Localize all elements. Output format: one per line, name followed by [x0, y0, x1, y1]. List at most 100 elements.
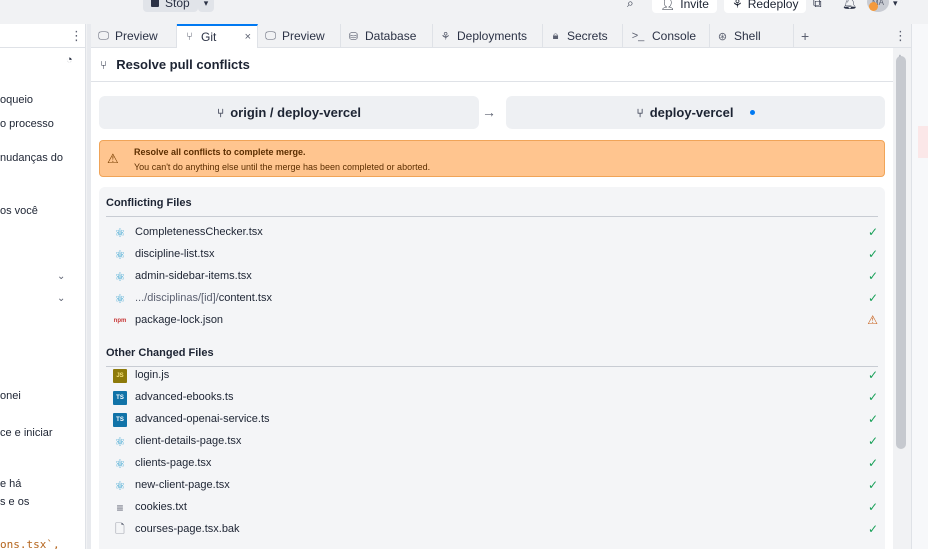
- resolved-check-icon: ✓: [867, 478, 878, 492]
- file-row[interactable]: ⚛ discipline-list.tsx ✓: [106, 244, 878, 266]
- tab-shell[interactable]: ⊛ Shell: [710, 24, 794, 48]
- file-path-prefix: .../disciplinas/[id]/: [135, 292, 219, 304]
- tab-label: Console: [652, 29, 697, 43]
- git-branch-icon: ⑂: [217, 105, 225, 120]
- avatar-status-badge: [869, 2, 878, 11]
- expand-chevron-down-icon[interactable]: ⌄: [57, 293, 65, 304]
- git-panel: ⑂ Resolve pull conflicts ⑂ origin / depl…: [91, 48, 893, 549]
- tab-label: Deployments: [457, 29, 528, 43]
- file-row[interactable]: JS login.js ✓: [106, 365, 878, 387]
- file-name: advanced-openai-service.ts: [135, 413, 270, 425]
- file-name: package-lock.json: [135, 314, 223, 326]
- invite-button[interactable]: 👤︎ Invite: [652, 0, 717, 13]
- resolved-check-icon: ✓: [867, 291, 878, 305]
- top-bar: Stop ▾ ⌕ 👤︎ Invite ⚘ Redeploy ⧉ 🔔︎ MA ▾: [0, 0, 928, 14]
- notifications-bell-icon[interactable]: 🔔︎: [842, 0, 857, 10]
- git-merge-icon: ⑂: [100, 57, 108, 72]
- more-options-icon[interactable]: ⋮: [70, 28, 83, 44]
- file-row[interactable]: ⚛ clients-page.tsx ✓: [106, 453, 878, 475]
- tab-secrets[interactable]: 🔒︎ Secrets: [543, 24, 623, 48]
- file-name: cookies.txt: [135, 501, 187, 513]
- file-name: CompletenessChecker.tsx: [135, 226, 263, 238]
- conflict-warning-icon: ⚠: [867, 313, 878, 327]
- file-name: login.js: [135, 369, 169, 381]
- stop-button[interactable]: Stop: [143, 0, 198, 12]
- redeploy-label: Redeploy: [747, 0, 799, 11]
- file-basename: content.tsx: [218, 292, 272, 304]
- deploy-icon: ⚘: [440, 30, 451, 43]
- panel-header: ⑂ Resolve pull conflicts: [91, 48, 893, 82]
- expand-chevron-down-icon[interactable]: ⌄: [57, 271, 65, 282]
- invite-label: Invite: [680, 0, 709, 11]
- tab-console[interactable]: >_ Console: [623, 24, 710, 48]
- tab-database[interactable]: ⛁ Database: [341, 24, 433, 48]
- copy-icon[interactable]: ⧉: [813, 0, 822, 11]
- resolved-check-icon: ✓: [867, 456, 878, 470]
- chat-message-text: nudanças do: [0, 152, 63, 164]
- file-basename: advanced-openai-service.ts: [135, 413, 270, 425]
- add-tab-plus-icon[interactable]: +: [801, 28, 809, 44]
- history-icon[interactable]: ◔: [66, 54, 73, 66]
- tab-label: Shell: [734, 29, 761, 43]
- run-options-chevron-icon[interactable]: ▾: [198, 0, 214, 12]
- file-row[interactable]: TS advanced-ebooks.ts ✓: [106, 387, 878, 409]
- file-row[interactable]: ⚛ CompletenessChecker.tsx ✓: [106, 222, 878, 244]
- terminal-icon: >_: [631, 30, 645, 42]
- close-tab-icon[interactable]: ×: [245, 31, 251, 43]
- resolved-check-icon: ✓: [867, 225, 878, 239]
- file-row[interactable]: ≡ cookies.txt ✓: [106, 497, 878, 519]
- chat-message-text: s e os: [0, 496, 30, 508]
- account-chevron-down-icon[interactable]: ▾: [893, 0, 898, 9]
- add-user-icon: 👤︎: [660, 0, 676, 11]
- file-name: client-details-page.tsx: [135, 435, 241, 447]
- resolved-check-icon: ✓: [867, 434, 878, 448]
- react-file-icon: ⚛: [114, 479, 126, 493]
- chat-message-text: o processo: [0, 118, 54, 130]
- react-file-icon: ⚛: [114, 248, 126, 262]
- file-name: clients-page.tsx: [135, 457, 211, 469]
- tab-deployments[interactable]: ⚘ Deployments: [433, 24, 543, 48]
- file-row[interactable]: ⚛ new-client-page.tsx ✓: [106, 475, 878, 497]
- scrollbar[interactable]: [896, 56, 906, 449]
- target-branch[interactable]: ⑂ deploy-vercel: [506, 96, 885, 129]
- tab-preview[interactable]: 🖵 Preview: [91, 24, 177, 48]
- tab-preview-2[interactable]: 🖵 Preview: [258, 24, 341, 48]
- file-basename: clients-page.tsx: [135, 457, 212, 469]
- warning-triangle-icon: ⚠: [107, 151, 119, 166]
- file-row[interactable]: ⚛ client-details-page.tsx ✓: [106, 431, 878, 453]
- stop-label: Stop: [165, 0, 190, 10]
- file-row[interactable]: TS advanced-openai-service.ts ✓: [106, 409, 878, 431]
- typescript-file-icon: TS: [113, 391, 127, 405]
- tab-more-options-icon[interactable]: ⋮: [894, 28, 907, 44]
- resolved-check-icon: ✓: [867, 412, 878, 426]
- right-panel-highlight: [918, 126, 928, 158]
- file-row[interactable]: ⚛ .../disciplinas/[id]/content.tsx ✓: [106, 288, 878, 310]
- database-icon: ⛁: [348, 30, 359, 43]
- file-name: new-client-page.tsx: [135, 479, 230, 491]
- file-name: advanced-ebooks.ts: [135, 391, 233, 403]
- warning-title: Resolve all conflicts to complete merge.: [134, 147, 306, 157]
- file-name: courses-page.tsx.bak: [135, 523, 240, 535]
- git-branch-icon: ⑂: [186, 31, 193, 43]
- search-icon[interactable]: ⌕: [627, 0, 634, 11]
- source-branch-label: origin / deploy-vercel: [230, 105, 361, 120]
- warning-text: You can't do anything else until the mer…: [134, 162, 431, 172]
- chat-header: ⋮: [0, 24, 85, 48]
- source-branch[interactable]: ⑂ origin / deploy-vercel: [99, 96, 479, 129]
- lock-icon: 🔒︎: [552, 29, 559, 42]
- file-basename: CompletenessChecker.tsx: [135, 226, 263, 238]
- npm-file-icon: npm: [113, 318, 127, 324]
- resolved-check-icon: ✓: [867, 247, 878, 261]
- file-basename: admin-sidebar-items.tsx: [135, 270, 252, 282]
- redeploy-button[interactable]: ⚘ Redeploy: [724, 0, 807, 13]
- shell-icon: ⊛: [717, 30, 728, 43]
- workspace-tab-bar: 🖵 Preview ⑂ Git × 🖵 Preview ⛁ Database ⚘…: [91, 24, 911, 48]
- tab-git[interactable]: ⑂ Git ×: [177, 24, 258, 48]
- file-row[interactable]: 🗋 courses-page.tsx.bak ✓: [106, 519, 878, 541]
- file-row[interactable]: npm package-lock.json ⚠: [106, 310, 878, 332]
- file-row[interactable]: ⚛ admin-sidebar-items.tsx ✓: [106, 266, 878, 288]
- merge-warning-banner: ⚠ Resolve all conflicts to complete merg…: [99, 140, 885, 177]
- deploy-icon: ⚘: [732, 0, 743, 11]
- file-name: .../disciplinas/[id]/content.tsx: [135, 292, 272, 304]
- chat-message-text: onei: [0, 390, 21, 402]
